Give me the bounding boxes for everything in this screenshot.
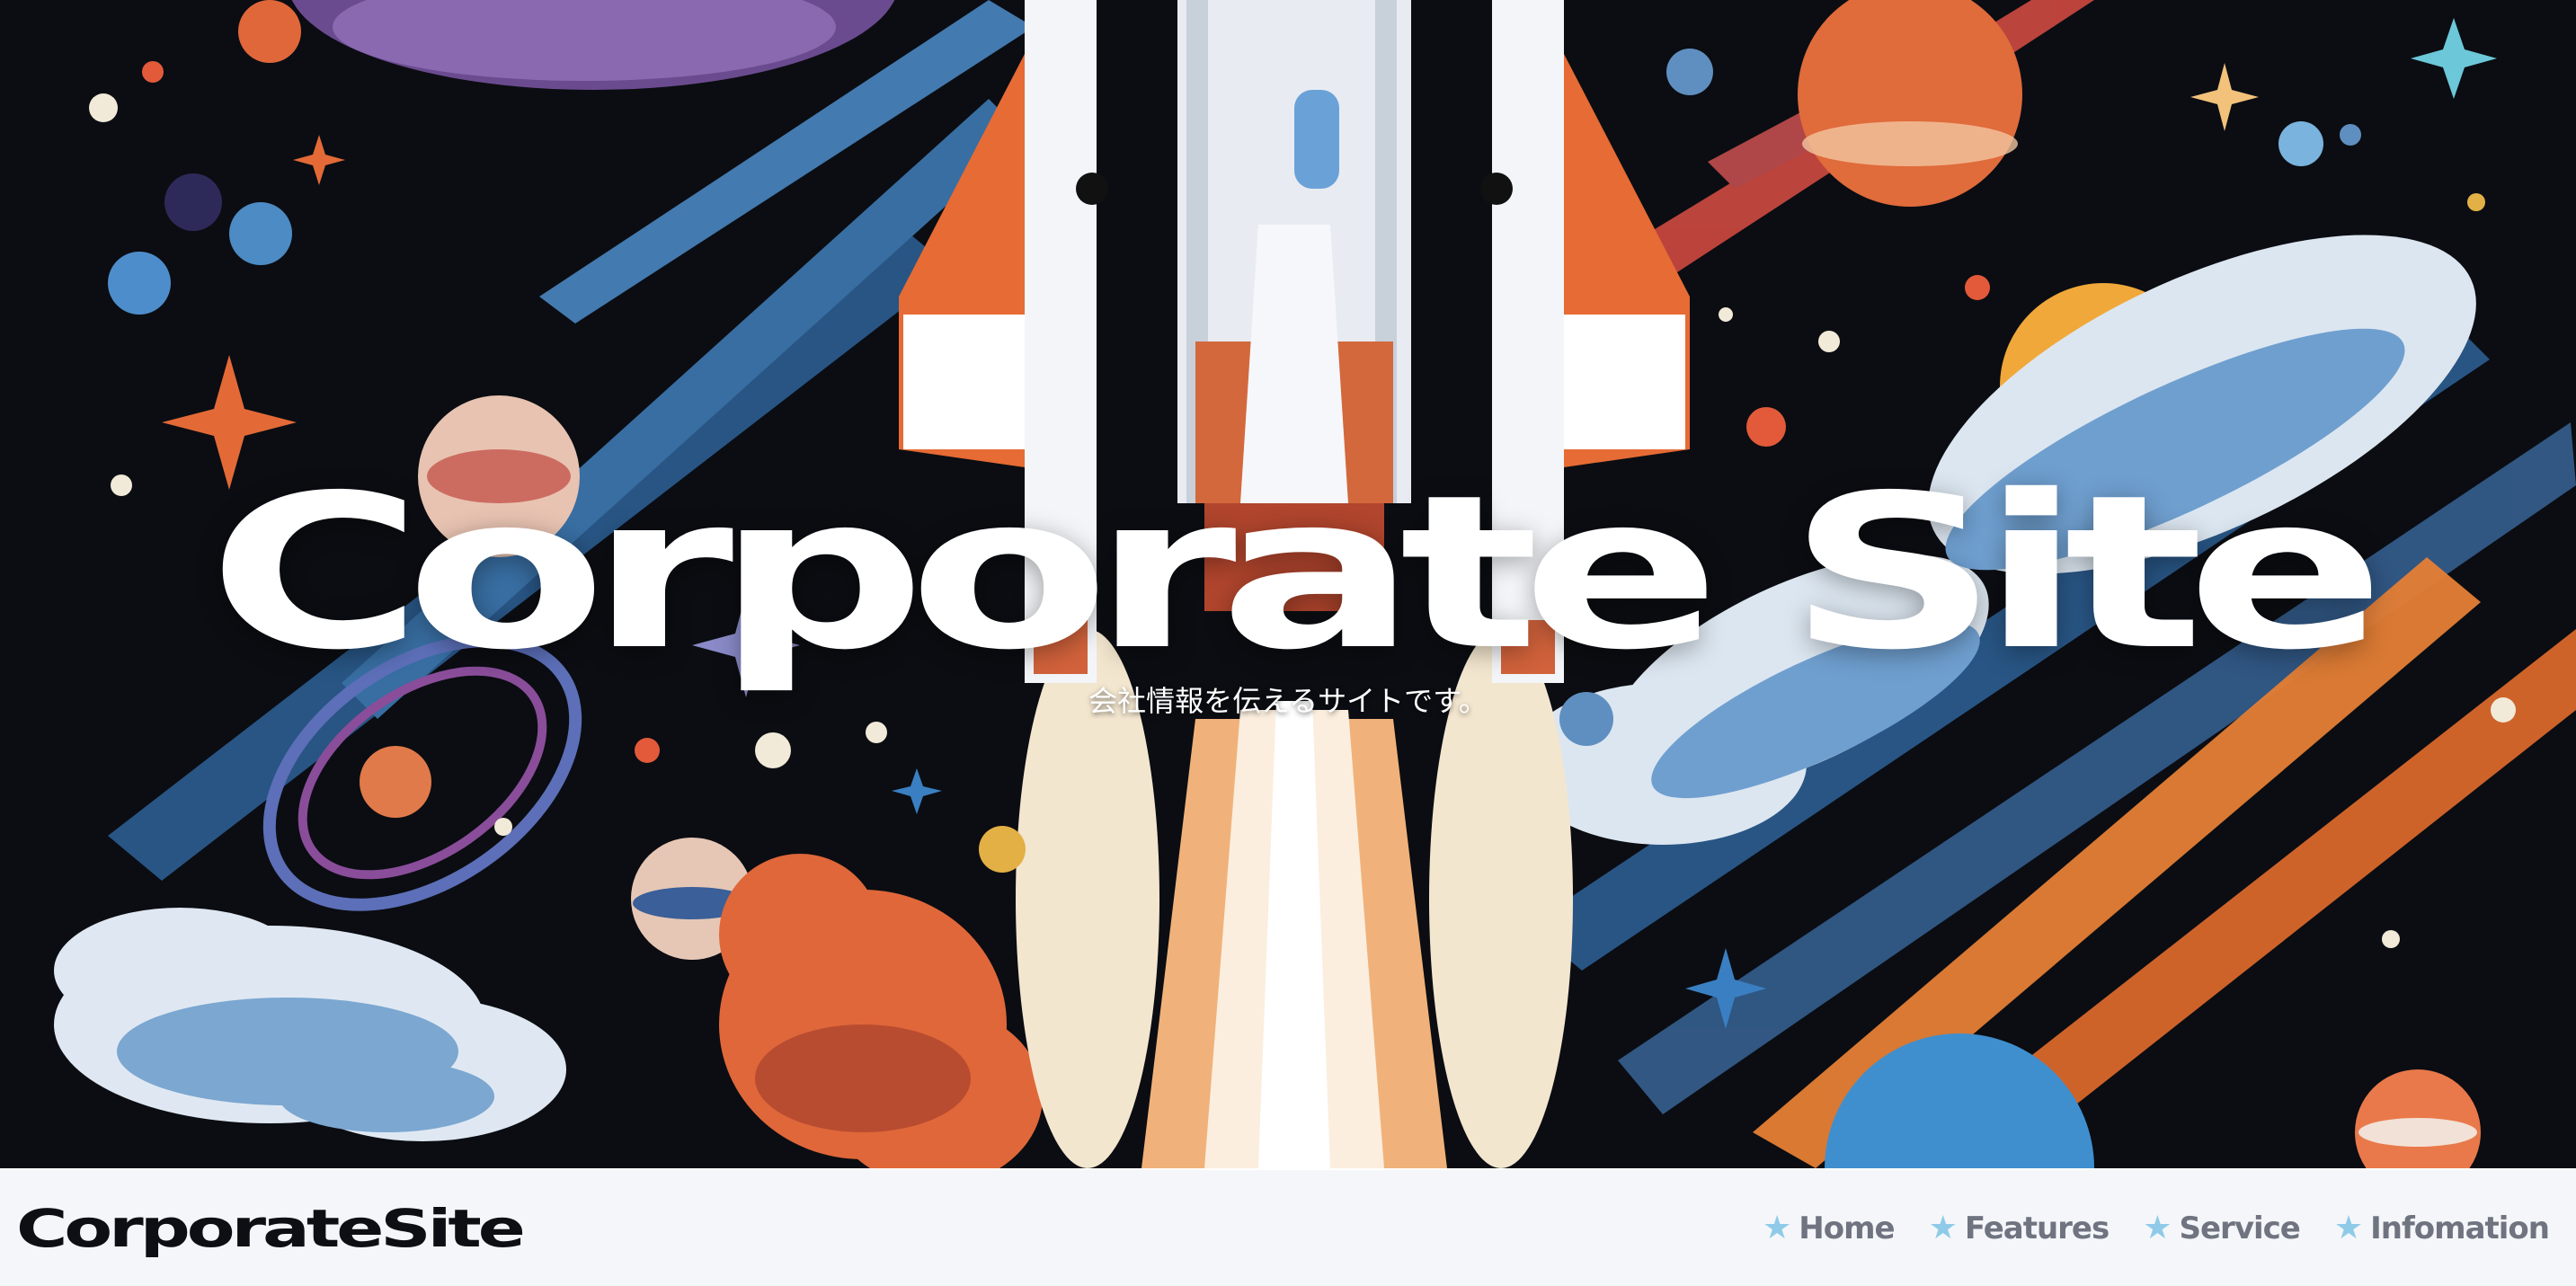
hero-section: Corporate Site 会社情報を伝えるサイトです。	[0, 0, 2576, 1168]
nav-label-infomation: Infomation	[2370, 1210, 2550, 1246]
star-icon: ★	[2143, 1209, 2172, 1246]
hero-title: Corporate Site	[208, 449, 2385, 696]
star-icon: ★	[2333, 1209, 2364, 1246]
hero-subtitle: 会社情報を伝えるサイトです。	[1088, 684, 1488, 718]
nav-label-features: Features	[1964, 1210, 2110, 1246]
nav-item-features[interactable]: ★ Features	[1929, 1211, 2110, 1246]
site-header: CorporateSite ★ Home ★ Features ★ Servic…	[0, 1168, 2576, 1286]
nav-item-service[interactable]: ★ Service	[2143, 1209, 2301, 1246]
nav-item-home[interactable]: ★ Home	[1762, 1209, 1896, 1246]
nav-item-infomation[interactable]: ★ Infomation	[2333, 1209, 2550, 1246]
star-icon: ★	[1762, 1209, 1792, 1246]
nav-label-home: Home	[1799, 1210, 1895, 1246]
site-logo[interactable]: CorporateSite	[16, 1198, 526, 1259]
star-icon: ★	[1928, 1209, 1958, 1246]
nav-label-service: Service	[2179, 1210, 2301, 1246]
main-nav: ★ Home ★ Features ★ Service ★ Infomation	[1762, 1209, 2550, 1246]
